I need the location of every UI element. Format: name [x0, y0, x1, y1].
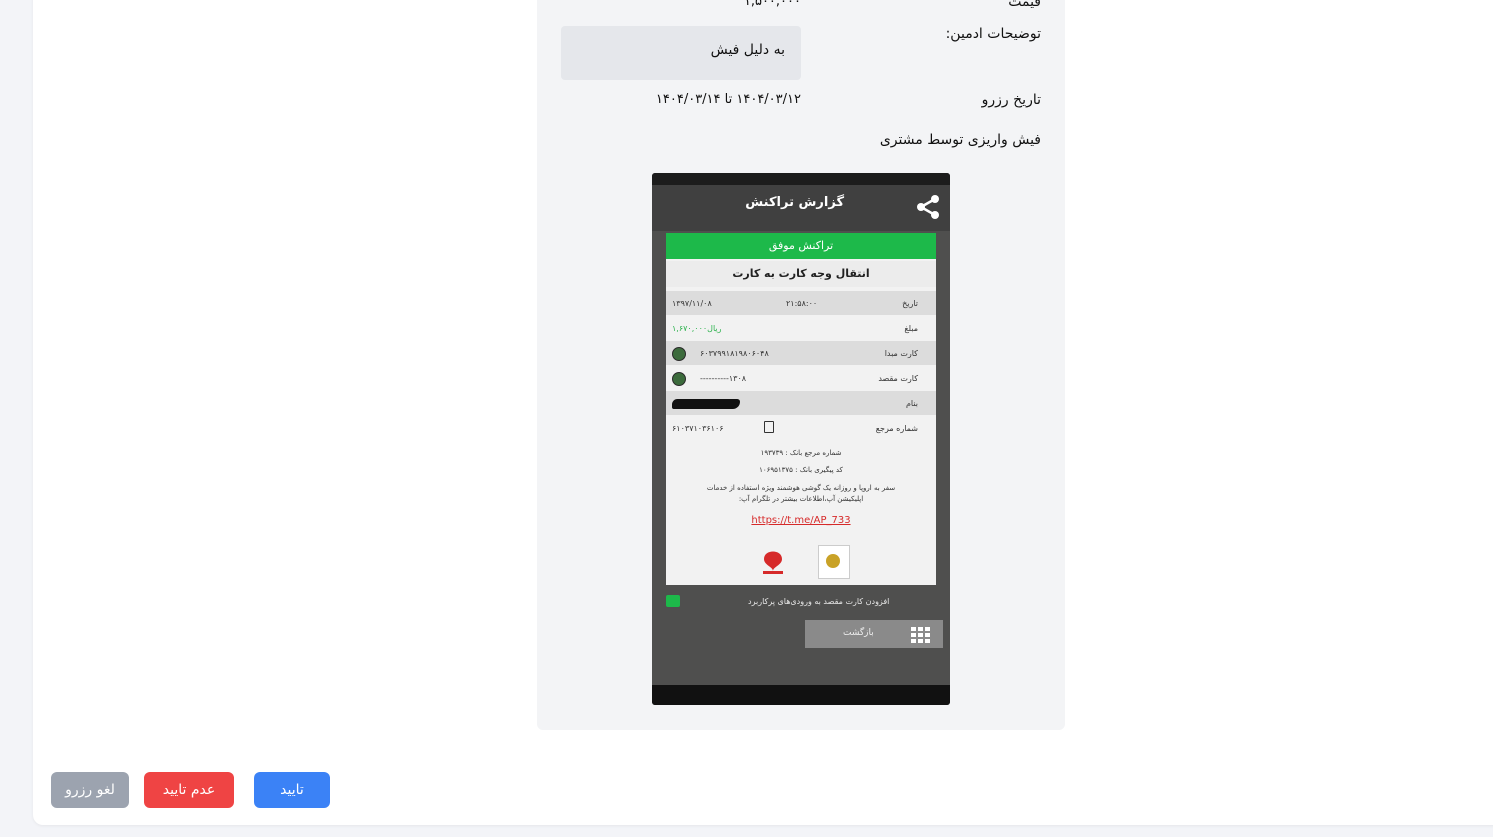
app-logo-icon [763, 551, 783, 574]
bank-logo-icon [672, 347, 686, 361]
receipt-row-value: ۱,۶۷۰,۰۰۰ریال [672, 324, 722, 333]
receipt-row-key: کارت مبدا [884, 349, 918, 358]
receipt-back-button: بازگشت [805, 620, 943, 648]
receipt-row-key: کارت مقصد [878, 374, 918, 383]
checkbox-icon [666, 595, 680, 607]
receipt-row-key: شماره مرجع [875, 424, 918, 433]
receipt-promo-line-2: اپلیکیشن آپ،اطلاعات بیشتر در تلگرام آپ: [738, 495, 864, 503]
receipt-promo-line-1: سفر به اروپا و روزانه یک گوشی هوشمند ویژ… [706, 484, 896, 492]
receipt-row-name: بنام [666, 391, 936, 415]
reject-button[interactable]: عدم تایید [144, 772, 234, 808]
price-value: ۱,۵۰۰,۰۰۰ [743, 0, 801, 9]
receipt-paper: تراکنش موفق انتقال وجه کارت به کارت تاری… [666, 233, 936, 585]
receipt-row-key: تاریخ [902, 299, 918, 308]
receipt-title: گزارش تراکنش [745, 195, 844, 210]
share-icon [917, 195, 939, 219]
receipt-link: https://t.me/AP_733 [751, 515, 851, 526]
receipt-label: فیش واریزی توسط مشتری [879, 132, 1041, 148]
cancel-reservation-button[interactable]: لغو رزرو [51, 772, 129, 808]
receipt-row-reference: شماره مرجع ۶۱۰۳۷۱۰۳۶۱۰۶ [666, 416, 936, 440]
receipt-row-date: تاریخ ۲۱:۵۸:۰۰ ۱۳۹۷/۱۱/۰۸ [666, 291, 936, 315]
receipt-row-source-card: کارت مبدا ۶۰۳۷۹۹۱۸۱۹۸۰۶۰۴۸ [666, 341, 936, 365]
approve-button[interactable]: تایید [254, 772, 330, 808]
admin-notes-value: به دلیل فیش [710, 42, 785, 58]
admin-notes-label: توضیحات ادمین: [945, 26, 1041, 42]
bank-logo-icon [672, 372, 686, 386]
reservation-date-label: تاریخ رزرو [981, 92, 1041, 108]
receipt-row-value: ۱۳۹۷/۱۱/۰۸ [672, 299, 712, 308]
receipt-checkbox-text: افزودن کارت مقصد به ورودی‌های پرکاربرد [748, 597, 890, 606]
copy-icon [764, 421, 774, 433]
receipt-row-time: ۲۱:۵۸:۰۰ [786, 299, 818, 308]
price-label: قیمت [1008, 0, 1041, 10]
grid-icon [911, 627, 930, 643]
receipt-nav-bar [652, 685, 950, 705]
receipt-row-value: ۶۱۰۳۷۱۰۳۶۱۰۶ [672, 424, 724, 433]
receipt-row-amount: مبلغ ۱,۶۷۰,۰۰۰ریال [666, 316, 936, 340]
receipt-row-key: بنام [905, 399, 918, 408]
receipt-status: تراکنش موفق [666, 233, 936, 259]
receipt-row-dest-card: کارت مقصد ----------۱۳۰۸ [666, 366, 936, 390]
receipt-image[interactable]: گزارش تراکنش تراکنش موفق انتقال وجه کارت… [652, 173, 950, 705]
receipt-back-label: بازگشت [843, 628, 874, 638]
reservation-date-value: ۱۴۰۴/۰۳/۱۲ تا ۱۴۰۴/۰۳/۱۴ [655, 92, 801, 107]
receipt-subtitle: انتقال وجه کارت به کارت [666, 261, 936, 287]
admin-notes-box: به دلیل فیش [561, 26, 801, 80]
receipt-bank-ref: شماره مرجع بانک : ۱۹۳۷۳۹ [760, 449, 842, 457]
receipt-row-value: ۶۰۳۷۹۹۱۸۱۹۸۰۶۰۴۸ [700, 349, 769, 358]
redacted-name-scribble [672, 399, 740, 409]
bank-seal-icon [818, 545, 850, 579]
receipt-row-value: ----------۱۳۰۸ [700, 374, 747, 383]
receipt-row-key: مبلغ [904, 324, 918, 333]
receipt-status-bar [652, 173, 950, 185]
receipt-tracking-code: کد پیگیری بانک : ۱۰۶۹۵۱۳۷۵ [759, 466, 843, 474]
